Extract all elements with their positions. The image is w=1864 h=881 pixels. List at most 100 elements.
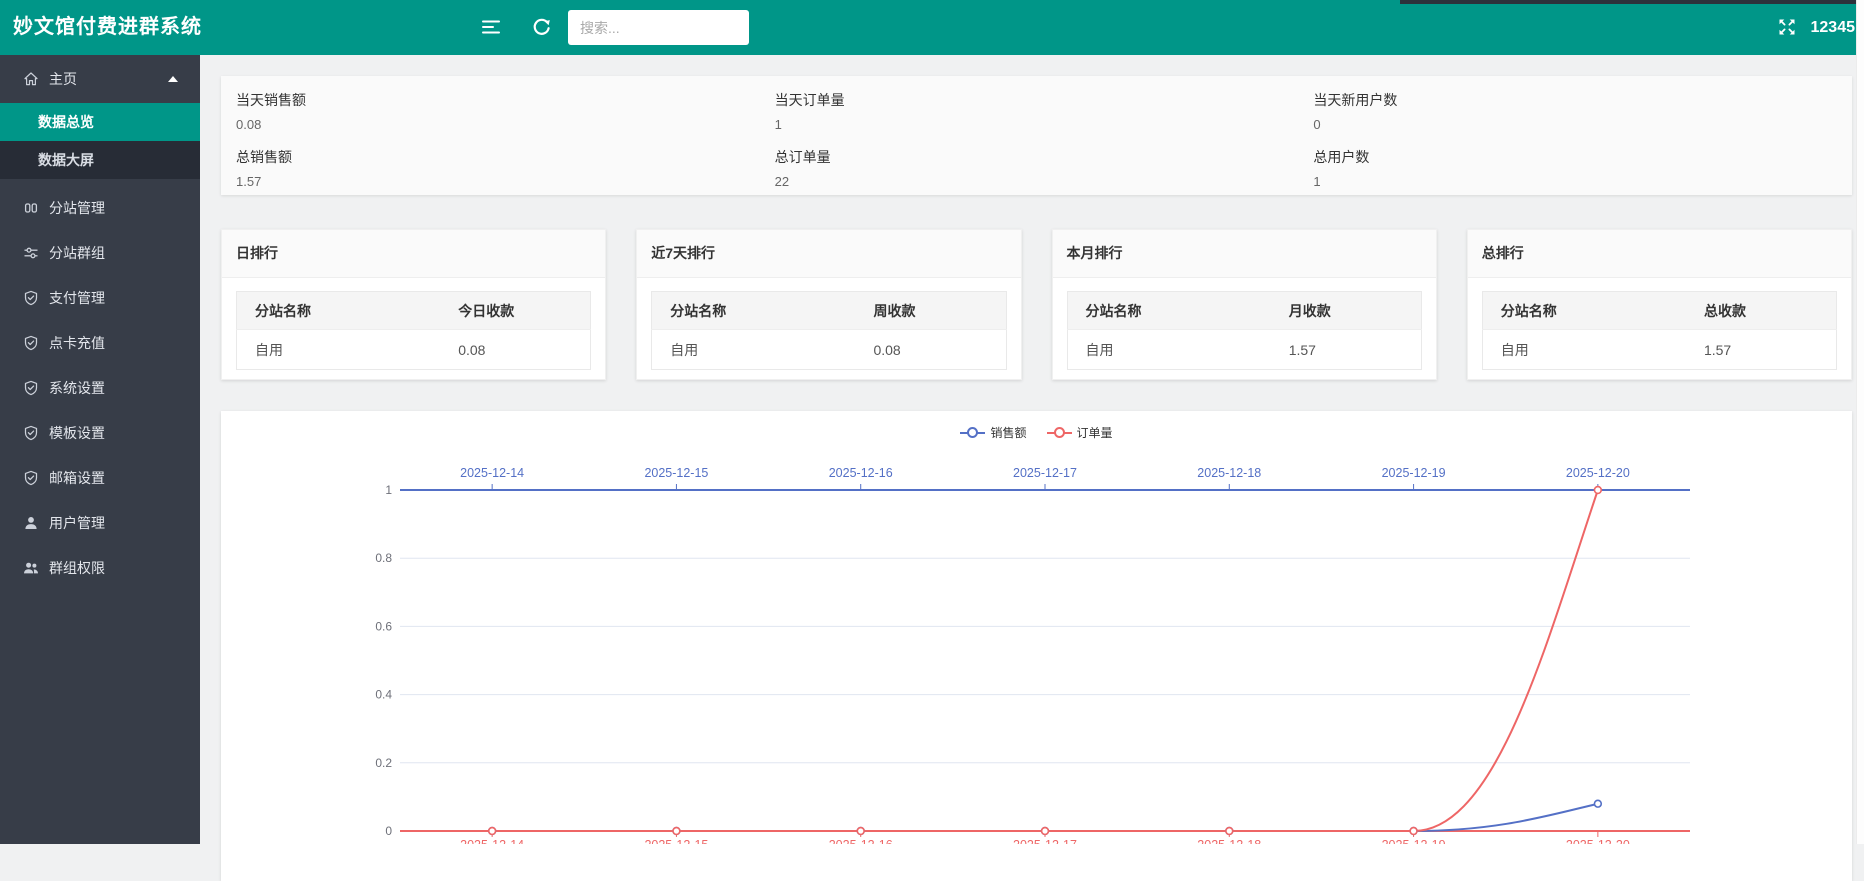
table-cell: 自用 <box>1482 330 1686 370</box>
sidebar-item-label: 邮箱设置 <box>49 468 105 488</box>
sidebar-item-payment-management[interactable]: 支付管理 <box>0 275 200 320</box>
table-cell: 0.08 <box>855 330 1006 370</box>
svg-text:0.6: 0.6 <box>375 619 392 633</box>
table-row: 自用0.08 <box>237 330 591 370</box>
table-cell: 0.08 <box>440 330 591 370</box>
legend-item-销售额[interactable]: 销售额 <box>960 424 1026 441</box>
svg-text:2025-12-19: 2025-12-19 <box>1382 838 1446 844</box>
sidebar-item-group-permissions[interactable]: 群组权限 <box>0 545 200 590</box>
ranking-table-header: 分站名称 <box>1067 292 1271 330</box>
svg-text:2025-12-14: 2025-12-14 <box>460 466 524 480</box>
svg-text:2025-12-20: 2025-12-20 <box>1566 466 1630 480</box>
app-header: 妙文馆付费进群系统 12345 <box>0 0 1856 55</box>
stat-label: 当天新用户数 <box>1313 90 1852 110</box>
fullscreen-icon[interactable] <box>1776 16 1798 38</box>
shield-check-icon <box>22 379 40 397</box>
caret-up-icon <box>168 76 178 82</box>
sidebar-item-substation-management[interactable]: 分站管理 <box>0 185 200 230</box>
legend-marker <box>1047 427 1072 438</box>
ranking-card-title: 日排行 <box>222 230 605 278</box>
ranking-card-body: 分站名称月收款自用1.57 <box>1053 278 1436 383</box>
stats-panel: 当天销售额0.08总销售额1.57当天订单量1总订单量22当天新用户数0总用户数… <box>221 76 1852 195</box>
svg-text:2025-12-17: 2025-12-17 <box>1013 466 1077 480</box>
shield-check-icon <box>22 289 40 307</box>
sidebar-item-user-management[interactable]: 用户管理 <box>0 500 200 545</box>
shield-check-icon <box>22 469 40 487</box>
ranking-card-title: 总排行 <box>1468 230 1851 278</box>
ranking-table-header: 分站名称 <box>652 292 856 330</box>
ranking-table: 分站名称总收款自用1.57 <box>1482 291 1837 370</box>
stat-label: 当天订单量 <box>775 90 1314 110</box>
table-row: 自用1.57 <box>1482 330 1836 370</box>
table-row: 自用1.57 <box>1067 330 1421 370</box>
sidebar-item-card-recharge[interactable]: 点卡充值 <box>0 320 200 365</box>
stat-value: 22 <box>775 174 1314 189</box>
svg-text:0: 0 <box>385 824 392 838</box>
columns-icon <box>22 199 40 217</box>
ranking-table: 分站名称周收款自用0.08 <box>651 291 1006 370</box>
ranking-table-header: 月收款 <box>1271 292 1422 330</box>
legend-marker <box>960 427 985 438</box>
ranking-table-header: 分站名称 <box>1482 292 1686 330</box>
scrollbar-track[interactable] <box>1856 0 1864 844</box>
sidebar-item-label: 主页 <box>49 69 77 89</box>
chart-legend: 销售额 订单量 <box>221 424 1852 441</box>
main-content: 当天销售额0.08总销售额1.57当天订单量1总订单量22当天新用户数0总用户数… <box>200 55 1864 844</box>
ranking-card-week: 近7天排行分站名称周收款自用0.08 <box>636 229 1021 380</box>
sidebar-item-label: 分站群组 <box>49 243 105 263</box>
svg-text:2025-12-16: 2025-12-16 <box>829 838 893 844</box>
svg-text:0.2: 0.2 <box>375 756 392 770</box>
ranking-card-body: 分站名称总收款自用1.57 <box>1468 278 1851 383</box>
sidebar-item-label: 分站管理 <box>49 198 105 218</box>
sidebar-subitem-data-overview[interactable]: 数据总览 <box>0 103 200 141</box>
sidebar-item-mailbox-settings[interactable]: 邮箱设置 <box>0 455 200 500</box>
refresh-icon[interactable] <box>531 16 553 38</box>
table-cell: 自用 <box>1067 330 1271 370</box>
ranking-table-header: 分站名称 <box>237 292 441 330</box>
stat-value: 0 <box>1313 117 1852 132</box>
svg-text:2025-12-15: 2025-12-15 <box>644 838 708 844</box>
top-dark-strip <box>1400 0 1856 4</box>
sidebar-nav: 主页数据总览数据大屏分站管理分站群组支付管理点卡充值系统设置模板设置邮箱设置用户… <box>0 55 200 844</box>
sales-chart-card: 销售额 订单量 00.20.40.60.812025-12-142025-12-… <box>221 411 1852 881</box>
ranking-card-title: 近7天排行 <box>637 230 1020 278</box>
svg-text:0.8: 0.8 <box>375 551 392 565</box>
legend-item-订单量[interactable]: 订单量 <box>1047 424 1113 441</box>
stat-label: 总订单量 <box>775 147 1314 167</box>
username[interactable]: 12345 <box>1811 0 1856 55</box>
shield-check-icon <box>22 424 40 442</box>
svg-text:2025-12-14: 2025-12-14 <box>460 838 524 844</box>
sidebar-item-label: 支付管理 <box>49 288 105 308</box>
svg-text:2025-12-18: 2025-12-18 <box>1197 838 1261 844</box>
svg-text:2025-12-19: 2025-12-19 <box>1382 466 1446 480</box>
ranking-card-body: 分站名称周收款自用0.08 <box>637 278 1020 383</box>
sidebar-item-template-settings[interactable]: 模板设置 <box>0 410 200 455</box>
users-icon <box>22 559 40 577</box>
stat-column-1: 当天订单量1总订单量22 <box>775 90 1314 195</box>
legend-label: 销售额 <box>990 424 1026 441</box>
sidebar-subitem-data-screen[interactable]: 数据大屏 <box>0 141 200 179</box>
sidebar-submenu-home: 数据总览数据大屏 <box>0 103 200 179</box>
svg-text:2025-12-18: 2025-12-18 <box>1197 466 1261 480</box>
ranking-table: 分站名称今日收款自用0.08 <box>236 291 591 370</box>
table-cell: 1.57 <box>1271 330 1422 370</box>
svg-text:1: 1 <box>385 483 392 497</box>
sidebar-item-home[interactable]: 主页 <box>0 55 200 103</box>
svg-text:2025-12-17: 2025-12-17 <box>1013 838 1077 844</box>
sales-chart[interactable]: 00.20.40.60.812025-12-142025-12-152025-1… <box>221 411 1852 844</box>
shield-check-icon <box>22 334 40 352</box>
table-cell: 自用 <box>237 330 441 370</box>
sidebar-item-substation-groups[interactable]: 分站群组 <box>0 230 200 275</box>
home-icon <box>22 70 40 88</box>
search-input[interactable] <box>568 10 749 45</box>
ranking-table-header: 总收款 <box>1686 292 1837 330</box>
legend-label: 订单量 <box>1077 424 1113 441</box>
sidebar-item-label: 群组权限 <box>49 558 105 578</box>
app-title: 妙文馆付费进群系统 <box>13 0 202 55</box>
ranking-table: 分站名称月收款自用1.57 <box>1067 291 1422 370</box>
menu-toggle-icon[interactable] <box>480 16 502 38</box>
sidebar-item-label: 用户管理 <box>49 513 105 533</box>
ranking-table-header: 今日收款 <box>440 292 591 330</box>
sidebar-item-system-settings[interactable]: 系统设置 <box>0 365 200 410</box>
svg-text:2025-12-20: 2025-12-20 <box>1566 838 1630 844</box>
